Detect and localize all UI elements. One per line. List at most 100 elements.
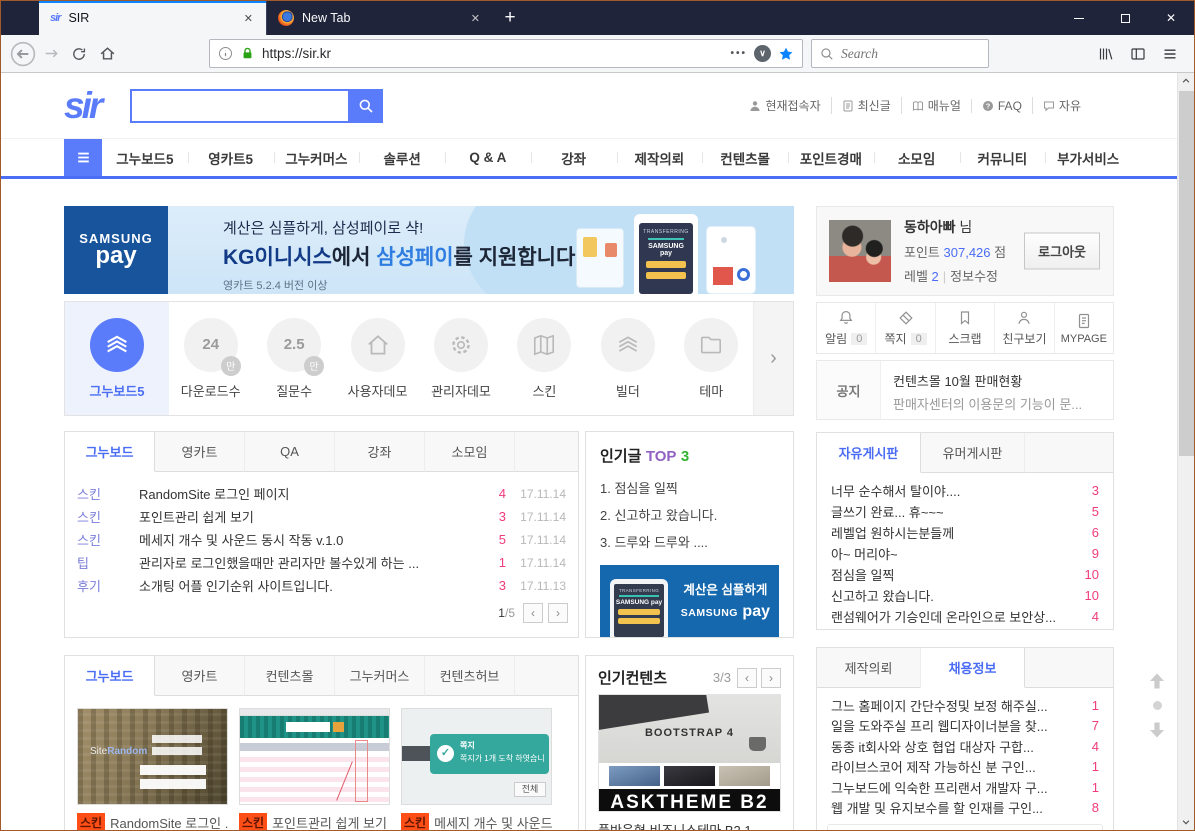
avatar[interactable] <box>829 220 891 282</box>
post-row[interactable]: 레벨업 원하시는분들께6 <box>831 522 1099 543</box>
post-row[interactable]: 아~ 머리야~9 <box>831 543 1099 564</box>
post-row[interactable]: 일을 도와주실 프리 웹디자이너분을 찾...7 <box>831 716 1099 737</box>
scroll-down-arrow[interactable] <box>1147 720 1167 740</box>
site-search-button[interactable] <box>348 89 383 123</box>
nav-item-qna[interactable]: Q & A <box>445 139 531 176</box>
link-free-board[interactable]: 자유 <box>1032 97 1091 114</box>
logout-button[interactable]: 로그아웃 <box>1024 233 1100 270</box>
post-row[interactable]: 신고하고 왔습니다.10 <box>831 585 1099 606</box>
board-row[interactable]: 팁관리자로 로그인했을때만 관리자만 볼수있게 하는 ...117.11.14 <box>77 551 566 574</box>
edit-info-link[interactable]: 정보수정 <box>950 269 998 284</box>
prev-page-button[interactable]: ‹ <box>737 668 757 688</box>
tab-qa[interactable]: QA <box>245 432 335 472</box>
notice-links[interactable]: 컨텐츠몰 10월 판매현황 판매자센터의 이용문의 기능이 문... <box>881 361 1113 419</box>
post-row[interactable]: 라이브스코어 제작 가능하신 분 구인...1 <box>831 757 1099 778</box>
showcase-item[interactable]: SiteRandom 스킨RandomSite 로그인 ... <box>77 708 228 830</box>
showcase-item[interactable]: ✓쪽지쪽지가 1개 도착 하엿습니 전체 스킨메세지 개수 및 사운드 ... <box>401 708 552 830</box>
link-latest-posts[interactable]: 최신글 <box>831 97 901 114</box>
next-page-button[interactable]: › <box>548 603 568 623</box>
https-lock-icon[interactable] <box>240 46 255 61</box>
next-page-button[interactable]: › <box>761 668 781 688</box>
carousel-item-questions[interactable]: 2.5만 질문수 <box>252 302 335 415</box>
minimize-button[interactable] <box>1056 1 1102 35</box>
board-row[interactable]: 스킨RandomSite 로그인 페이지417.11.14 <box>77 482 566 505</box>
tab-contentmall[interactable]: 컨텐츠몰 <box>245 656 335 696</box>
post-row[interactable]: 글쓰기 완료... 휴~~~5 <box>831 501 1099 522</box>
board-row[interactable]: 후기소개팅 어플 인기순위 사이트입니다.317.11.13 <box>77 574 566 597</box>
nav-item-extra[interactable]: 부가서비스 <box>1045 139 1131 176</box>
back-button[interactable] <box>9 40 37 68</box>
showcase-item[interactable]: 스킨포인트관리 쉽게 보기 <box>239 708 390 830</box>
scrollbar-down-icon[interactable] <box>1178 814 1194 830</box>
all-menu-button[interactable] <box>64 139 102 176</box>
sidebar-toggle-icon[interactable] <box>1124 40 1152 68</box>
tab-gnuboard[interactable]: 그누보드 <box>65 656 155 696</box>
nav-item-youngcart5[interactable]: 영카트5 <box>188 139 274 176</box>
scrap-button[interactable]: 스크랩 <box>935 303 994 353</box>
carousel-item-userdemo[interactable]: 사용자데모 <box>336 302 419 415</box>
browser-search-bar[interactable] <box>811 39 989 68</box>
popular-content-caption[interactable]: 풀반응형 비즈니스테마 B2 1.... <box>598 820 781 830</box>
nav-item-contentmall[interactable]: 컨텐츠몰 <box>702 139 788 176</box>
samsungpay-ad-small[interactable]: TRANSFERRINGSAMSUNG pay 계산은 심플하게 SAMSUNG… <box>600 565 779 637</box>
home-button[interactable] <box>93 40 121 68</box>
post-row[interactable]: 웹 개발 및 유지보수를 할 인재를 구인...8 <box>831 798 1099 819</box>
scrollbar-thumb[interactable] <box>1179 91 1194 456</box>
menu-icon[interactable] <box>1156 40 1184 68</box>
tab-youngcart[interactable]: 영카트 <box>155 432 245 472</box>
tab-work-request[interactable]: 제작의뢰 <box>817 648 921 688</box>
tab-humor-board[interactable]: 유머게시판 <box>921 433 1025 473</box>
link-manual[interactable]: 매뉴얼 <box>901 97 971 114</box>
nav-item-gnucommerce[interactable]: 그누커머스 <box>274 139 360 176</box>
pocket-icon[interactable]: ∨ <box>754 45 771 62</box>
page-actions-icon[interactable]: ••• <box>730 48 747 59</box>
messages-button[interactable]: 쪽지0 <box>875 303 934 353</box>
tab-job-info[interactable]: 채용정보 <box>921 648 1025 688</box>
post-row[interactable]: 그누보드에 익숙한 프리랜서 개발자 구...1 <box>831 777 1099 798</box>
scroll-dot[interactable] <box>1153 701 1162 710</box>
reload-button[interactable] <box>65 40 93 68</box>
mypage-button[interactable]: MYPAGE <box>1054 303 1113 353</box>
nav-item-community[interactable]: 커뮤니티 <box>960 139 1046 176</box>
tab-gnucommerce[interactable]: 그누커머스 <box>335 656 425 696</box>
tab-close-icon[interactable]: ✕ <box>239 10 258 27</box>
popular-content-thumbnail[interactable]: BOOTSTRAP 4 ASKTHEME B2 <box>598 694 781 812</box>
post-row[interactable]: 너무 순수해서 탈이야....3 <box>831 480 1099 501</box>
carousel-item-downloads[interactable]: 24만 다운로드수 <box>169 302 252 415</box>
nav-item-lecture[interactable]: 강좌 <box>531 139 617 176</box>
url-text[interactable]: https://sir.kr <box>262 46 723 61</box>
close-button[interactable]: ✕ <box>1148 1 1194 35</box>
board-row[interactable]: 스킨메세지 개수 및 사운드 동시 작동 v.1.0517.11.14 <box>77 528 566 551</box>
carousel-next-button[interactable]: › <box>753 302 793 415</box>
friends-button[interactable]: 친구보기 <box>994 303 1053 353</box>
popular-item[interactable]: 2. 신고하고 왔습니다. <box>600 502 779 529</box>
link-faq[interactable]: ? FAQ <box>971 99 1032 113</box>
tab-gnuboard[interactable]: 그누보드 <box>65 432 155 472</box>
carousel-item-skin[interactable]: 스킨 <box>503 302 586 415</box>
nav-item-club[interactable]: 소모임 <box>874 139 960 176</box>
popular-item[interactable]: 1. 점심을 일찍 <box>600 475 779 502</box>
scrollbar[interactable] <box>1177 73 1194 830</box>
carousel-item-theme[interactable]: 테마 <box>670 302 753 415</box>
carousel-item-gnuboard5[interactable]: 그누보드5 <box>65 302 169 415</box>
post-row[interactable]: 점심을 일찍10 <box>831 564 1099 585</box>
library-icon[interactable] <box>1092 40 1120 68</box>
popular-item[interactable]: 3. 드루와 드루와 .... <box>600 529 779 556</box>
tab-close-icon[interactable]: ✕ <box>466 10 485 27</box>
search-input[interactable] <box>841 46 980 62</box>
board-row[interactable]: 스킨포인트관리 쉽게 보기317.11.14 <box>77 505 566 528</box>
scrollbar-up-icon[interactable] <box>1178 73 1194 89</box>
alerts-button[interactable]: 알림0 <box>817 303 875 353</box>
nav-item-request[interactable]: 제작의뢰 <box>617 139 703 176</box>
scroll-up-arrow[interactable] <box>1147 671 1167 691</box>
page-info-icon[interactable] <box>218 46 233 61</box>
nav-item-solution[interactable]: 솔루션 <box>359 139 445 176</box>
post-row[interactable]: 랜섬웨어가 기승인데 온라인으로 보안상...4 <box>831 606 1099 627</box>
browser-tab-new[interactable]: New Tab ✕ <box>266 1 493 35</box>
link-current-users[interactable]: 현재접속자 <box>739 97 830 114</box>
nav-item-pointauction[interactable]: 포인트경매 <box>788 139 874 176</box>
post-row[interactable]: 동종 it회사와 상호 협업 대상자 구합...4 <box>831 736 1099 757</box>
site-search-input[interactable] <box>130 89 348 123</box>
tab-free-board[interactable]: 자유게시판 <box>817 433 921 473</box>
url-bar[interactable]: https://sir.kr ••• ∨ <box>209 39 803 68</box>
